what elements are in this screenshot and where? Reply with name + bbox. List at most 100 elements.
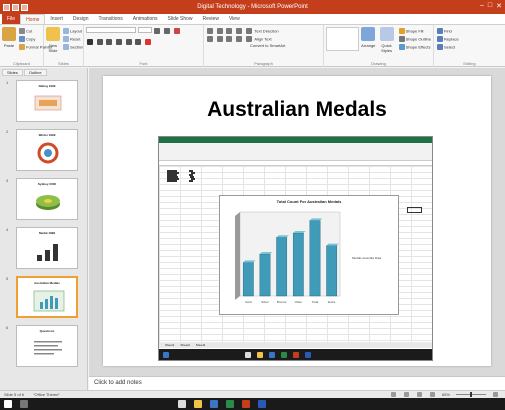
- italic-icon[interactable]: [96, 39, 103, 45]
- slide-thumbnail-title: Sydney 2000: [37, 182, 57, 186]
- tab-view[interactable]: View: [224, 14, 245, 24]
- cut-button[interactable]: Cut: [26, 29, 32, 34]
- slide-number: 6: [6, 325, 9, 330]
- shrink-font-icon[interactable]: [164, 28, 171, 35]
- tab-design[interactable]: Design: [68, 14, 94, 24]
- file-explorer-icon[interactable]: [194, 400, 202, 408]
- text-direction-button[interactable]: Text Direction: [254, 29, 278, 34]
- notes-placeholder[interactable]: Click to add notes: [94, 380, 142, 386]
- chart-tick-label: Total: [312, 300, 319, 304]
- align-left-icon[interactable]: [207, 36, 213, 42]
- close-icon[interactable]: ✕: [496, 2, 502, 10]
- powerpoint-icon: [293, 352, 299, 358]
- slide-editing-area: Australian Medals Total Count For Austra…: [89, 68, 505, 376]
- reset-button[interactable]: Reset: [70, 37, 80, 42]
- layout-button[interactable]: Layout: [70, 29, 82, 34]
- browser-icon[interactable]: [210, 400, 218, 408]
- copy-button[interactable]: Copy: [26, 37, 35, 42]
- slides-group: New Slide Layout Reset Section Slides: [44, 25, 84, 67]
- align-right-icon[interactable]: [226, 36, 233, 42]
- columns-icon[interactable]: [245, 36, 252, 42]
- grow-font-icon[interactable]: [154, 28, 161, 35]
- slide-counter: Slide 5 of 6: [4, 392, 25, 397]
- slide-sorter-icon[interactable]: [403, 392, 409, 397]
- clear-formatting-icon[interactable]: [173, 28, 180, 35]
- drawing-group-label: Drawing: [371, 61, 386, 66]
- chart-tick-label: Gold: [245, 300, 252, 304]
- arrange-icon[interactable]: [361, 27, 376, 41]
- excel-icon[interactable]: [226, 400, 234, 408]
- section-button[interactable]: Section: [70, 45, 83, 50]
- bold-icon[interactable]: [87, 39, 93, 45]
- maximize-icon[interactable]: □: [488, 2, 492, 10]
- tab-animations[interactable]: Animations: [128, 14, 163, 24]
- search-icon[interactable]: [20, 400, 28, 408]
- tab-home[interactable]: Home: [20, 14, 46, 24]
- font-color-icon[interactable]: [145, 39, 152, 45]
- paste-button[interactable]: Paste: [2, 43, 16, 48]
- quick-styles-icon[interactable]: [379, 27, 394, 41]
- reading-view-icon[interactable]: [416, 392, 422, 397]
- sheet-tab: Sheet2: [180, 343, 190, 347]
- font-size-combo[interactable]: [137, 27, 152, 33]
- decrease-indent-icon[interactable]: [226, 28, 233, 34]
- arrange-button[interactable]: Arrange: [361, 43, 375, 48]
- new-slide-icon[interactable]: [46, 27, 60, 41]
- current-slide[interactable]: Australian Medals Total Count For Austra…: [103, 76, 491, 366]
- change-case-icon[interactable]: [135, 39, 142, 45]
- shape-effects-button[interactable]: Shape Effects: [406, 45, 431, 50]
- numbering-icon[interactable]: [216, 28, 223, 34]
- taskbar-app-icon[interactable]: [178, 400, 186, 408]
- underline-icon[interactable]: [106, 39, 113, 45]
- normal-view-icon[interactable]: [390, 392, 396, 397]
- fit-to-window-icon[interactable]: [493, 392, 498, 397]
- selected-cell: [407, 207, 422, 213]
- powerpoint-icon[interactable]: [242, 400, 250, 408]
- folder-icon: [257, 352, 263, 358]
- justify-icon[interactable]: [236, 36, 243, 42]
- tab-slides[interactable]: Slides: [2, 69, 23, 76]
- chart-side-wall: [235, 212, 240, 300]
- new-slide-button[interactable]: New Slide: [46, 43, 60, 53]
- bullets-icon[interactable]: [207, 28, 213, 34]
- tab-review[interactable]: Review: [198, 14, 224, 24]
- word-icon[interactable]: [258, 400, 266, 408]
- start-button-icon[interactable]: [4, 400, 12, 408]
- shape-outline-button[interactable]: Shape Outline: [406, 37, 431, 42]
- clipboard-group: Paste Cut Copy Format Painter Clipboard: [0, 25, 52, 67]
- zoom-slider[interactable]: [456, 392, 486, 397]
- chart-bar-top: [276, 235, 289, 238]
- quick-styles-button[interactable]: Quick Styles: [377, 43, 395, 53]
- chart-plot-area: [239, 211, 341, 297]
- character-spacing-icon[interactable]: [125, 39, 132, 45]
- notes-pane[interactable]: Click to add notes: [89, 376, 505, 390]
- tab-file[interactable]: File: [2, 14, 21, 24]
- slide-show-icon[interactable]: [429, 392, 435, 397]
- align-center-icon[interactable]: [216, 36, 223, 42]
- replace-button[interactable]: Replace: [444, 37, 459, 42]
- line-spacing-icon[interactable]: [245, 28, 252, 34]
- excel-icon: [281, 352, 287, 358]
- tab-outline[interactable]: Outline: [23, 69, 47, 76]
- tab-insert[interactable]: Insert: [45, 14, 68, 24]
- tab-slide-show[interactable]: Slide Show: [163, 14, 198, 24]
- thumbnail-chart-icon: [33, 290, 65, 312]
- shape-fill-button[interactable]: Shape Fill: [406, 29, 424, 34]
- chart-bar: [326, 245, 338, 297]
- minimize-icon[interactable]: –: [480, 2, 484, 10]
- zoom-level[interactable]: 65%: [442, 391, 450, 398]
- shapes-gallery[interactable]: [326, 27, 360, 51]
- increase-indent-icon[interactable]: [236, 28, 243, 34]
- tab-transitions[interactable]: Transitions: [94, 14, 128, 24]
- excel-data-cells: [167, 170, 195, 182]
- excel-screenshot-image[interactable]: Total Count For Australian Medals Gold Si…: [158, 136, 433, 361]
- strikethrough-icon[interactable]: [116, 39, 123, 45]
- slide-title[interactable]: Australian Medals: [103, 98, 491, 122]
- select-button[interactable]: Select: [444, 45, 455, 50]
- zoom-slider-knob[interactable]: [470, 392, 472, 397]
- font-name-combo[interactable]: [86, 27, 136, 33]
- convert-smartart-button[interactable]: Convert to SmartArt: [250, 43, 285, 48]
- paste-icon[interactable]: [2, 27, 16, 41]
- find-button[interactable]: Find: [444, 29, 452, 34]
- align-text-button[interactable]: Align Text: [254, 37, 271, 42]
